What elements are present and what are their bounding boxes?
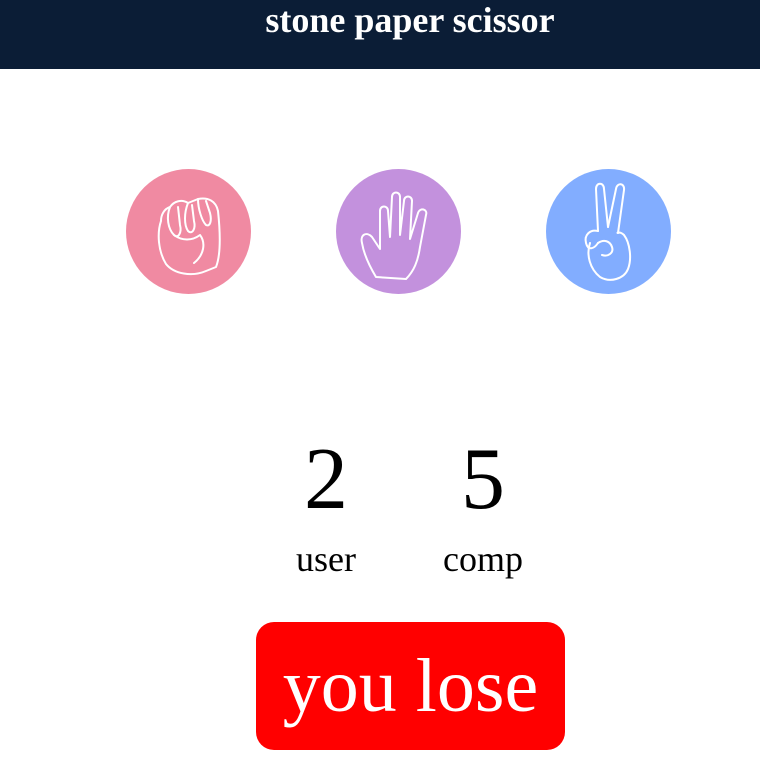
page-title: stone paper scissor — [265, 0, 555, 40]
peace-hand-icon — [584, 182, 632, 281]
user-label: user — [296, 539, 356, 579]
scissor-choice-button[interactable] — [546, 169, 671, 294]
user-score: 2 — [304, 431, 348, 528]
open-hand-icon — [360, 191, 428, 280]
stone-choice-button[interactable] — [126, 169, 251, 294]
result-message: you lose — [256, 622, 565, 750]
paper-choice-button[interactable] — [336, 169, 461, 294]
fist-icon — [157, 197, 221, 276]
header-bar: stone paper scissor — [0, 0, 760, 69]
comp-label: comp — [443, 539, 523, 579]
comp-score: 5 — [461, 431, 505, 528]
